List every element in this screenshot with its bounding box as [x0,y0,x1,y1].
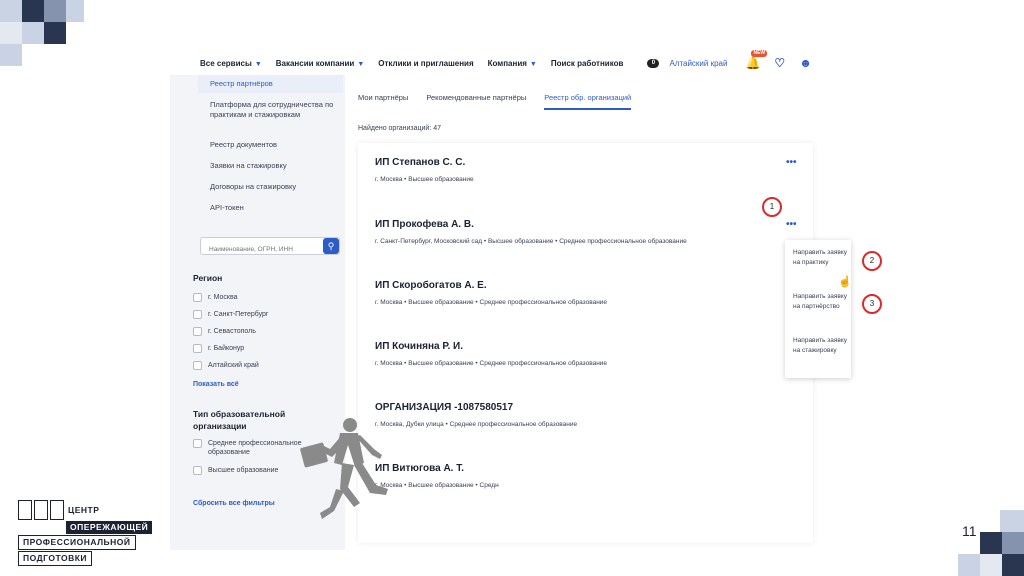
show-all-link[interactable]: Показать всё [193,381,239,388]
region-filter-title: Регион [193,273,223,283]
tab-recommended-partners[interactable]: Рекомендованные партнёры [426,93,526,110]
chevron-down-icon: ▼ [357,60,365,68]
search-icon[interactable]: ⚲ [323,238,339,254]
org-meta: г. Москва • Высшее образование • Среднее… [375,360,608,367]
sidebar-item-internship-contracts[interactable]: Договоры на стажировку [210,182,335,192]
menu-item-send-internship-request[interactable]: Направить заявку на стажировку [793,336,849,356]
checkbox[interactable] [193,466,202,475]
actions-dropdown: Направить заявку на практику Направить з… [785,240,851,378]
checkbox[interactable] [193,439,202,448]
sidebar-item-api-token[interactable]: API-токен [210,203,335,213]
edu-type-option[interactable]: Высшее образование [193,466,278,475]
top-navigation: Все сервисы ▼ Вакансии компании ▼ Отклики … [170,45,900,81]
org-meta: г. Санкт-Петербург, Московский сад • Выс… [375,238,687,245]
notification-badge: NEW [751,50,768,57]
tab-my-partners[interactable]: Мои партнёры [358,93,408,110]
org-meta: г. Москва • Высшее образование [375,176,474,183]
results-count: Найдено организаций: 47 [358,125,442,132]
checkbox[interactable] [193,293,202,302]
search-input[interactable] [201,241,319,258]
list-item[interactable]: ИП Степанов С. С. г. Москва • Высшее обр… [375,157,474,183]
list-item[interactable]: ИП Скоробогатов А. Е. г. Москва • Высшее… [375,280,607,306]
chevron-down-icon: ▼ [254,60,262,68]
app-screenshot: Реестр партнёров Платформа для сотруднич… [170,45,900,550]
user-icon[interactable]: ☻ [799,56,812,70]
org-name: ОРГАНИЗАЦИЯ -1087580517 [375,402,514,413]
list-item[interactable]: ОРГАНИЗАЦИЯ -1087580517 г. Москва, Дубки… [375,402,577,428]
chevron-down-icon: ▼ [529,60,537,68]
list-item[interactable]: ИП Прокофева А. В. г. Санкт-Петербург, М… [375,219,687,245]
logo-line-2: ОПЕРЕЖАЮЩЕЙ [66,521,153,534]
org-name: ИП Прокофева А. В. [375,219,474,230]
menu-item-send-practice-request[interactable]: Направить заявку на практику [793,248,849,268]
tab-edu-registry[interactable]: Реестр обр. организаций [544,93,632,110]
logo-line-1: ЦЕНТР [68,504,100,515]
region-option[interactable]: Алтайский край [193,361,259,370]
sidebar-item-internship-requests[interactable]: Заявки на стажировку [210,161,335,171]
nav-company[interactable]: Компания ▼ [488,59,537,68]
marker-1: 1 [762,197,782,217]
sidebar-item-platform[interactable]: Платформа для сотрудничества по практика… [210,100,335,120]
logo: ЦЕНТР ОПЕРЕЖАЮЩЕЙ ПРОФЕССИОНАЛЬНОЙ ПОДГО… [18,500,153,566]
region-option[interactable]: г. Байконур [193,344,244,353]
running-businessman-illustration [300,418,388,519]
org-list: ИП Степанов С. С. г. Москва • Высшее обр… [358,143,813,543]
sidebar-item-documents[interactable]: Реестр документов [210,140,335,150]
list-item[interactable]: ИП Кочиняна Р. И. г. Москва • Высшее обр… [375,341,607,367]
counter-badge: 0 [647,58,660,68]
checkbox[interactable] [193,361,202,370]
menu-item-send-partnership-request[interactable]: Направить заявку на партнёрство [793,292,849,312]
marker-2: 2 [862,251,882,271]
logo-mark-icon [18,500,64,520]
bell-icon[interactable]: 🔔 NEW [745,50,768,70]
nav-responses[interactable]: Отклики и приглашения [378,59,473,68]
logo-line-4: ПОДГОТОВКИ [18,551,93,566]
more-options-icon[interactable]: ••• [786,219,797,230]
org-name: ИП Степанов С. С. [375,157,466,168]
reset-filters-link[interactable]: Сбросить все фильтры [193,500,275,507]
more-options-icon[interactable]: ••• [786,157,797,168]
tabs: Мои партнёры Рекомендованные партнёры Ре… [358,93,649,110]
org-meta: г. Москва, Дубки улица • Среднее професс… [375,421,578,428]
checkbox[interactable] [193,327,202,336]
org-meta: г. Москва • Высшее образование • Среднее… [375,299,608,306]
nav-all-services[interactable]: Все сервисы ▼ [200,59,262,68]
nav-search-workers[interactable]: Поиск работников [551,59,624,68]
nav-company-vacancies[interactable]: Вакансии компании ▼ [276,59,365,68]
marker-3: 3 [862,294,882,314]
org-name: ИП Скоробогатов А. Е. [375,280,487,291]
search-field: ⚲ [200,237,340,258]
org-name: ИП Кочиняна Р. И. [375,341,464,352]
hand-cursor-icon: ☝ [838,276,852,288]
region-option[interactable]: г. Севастополь [193,327,256,336]
checkbox[interactable] [193,344,202,353]
region-option[interactable]: г. Москва [193,293,238,302]
region-selector[interactable]: Алтайский край [669,59,727,68]
page-number: 11 [962,523,977,539]
checkbox[interactable] [193,310,202,319]
region-option[interactable]: г. Санкт-Петербург [193,310,269,319]
logo-line-3: ПРОФЕССИОНАЛЬНОЙ [18,535,136,550]
heart-icon[interactable]: ♡ [774,56,785,70]
